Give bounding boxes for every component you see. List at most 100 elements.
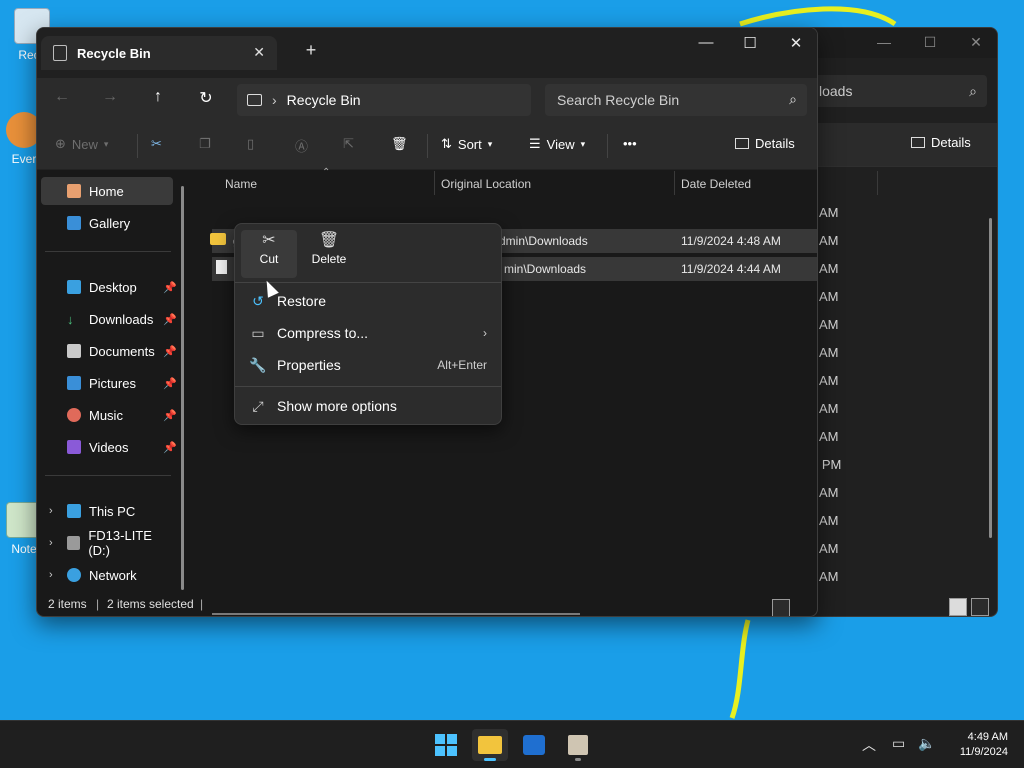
sidebar-item-network[interactable]: › Network <box>41 561 173 589</box>
delete-button[interactable]: 🗑 <box>391 136 408 152</box>
shortcut-label: Alt+Enter <box>437 358 487 372</box>
back-arrow-icon[interactable]: ← <box>47 88 77 114</box>
archive-icon: ▭ <box>251 324 265 341</box>
taskbar-outlook[interactable] <box>516 729 552 761</box>
cut-button[interactable]: ✂ <box>151 136 162 152</box>
taskbar: ︿ ▭ 🔈 4:49 AM 11/9/2024 <box>0 720 1024 768</box>
search-input[interactable]: Search Recycle Bin ⌕ <box>545 84 807 116</box>
sidebar-item-music[interactable]: Music 📌 <box>41 401 177 429</box>
details-button[interactable]: Details <box>735 136 795 151</box>
chevron-right-icon[interactable]: › <box>49 537 53 549</box>
volume-muted-icon[interactable]: 🔈 <box>918 735 935 752</box>
context-properties[interactable]: 🔧 Properties Alt+Enter <box>243 350 493 380</box>
outlook-icon <box>523 735 545 755</box>
back-time-cell: AM <box>819 541 839 556</box>
back-search-box[interactable]: loads ⌕ <box>811 75 987 107</box>
tiles-view-icon[interactable] <box>772 599 790 616</box>
new-button[interactable]: ⊕ New ▾ <box>55 136 108 152</box>
pin-icon[interactable]: 📌 <box>163 409 177 422</box>
taskbar-file-explorer[interactable] <box>472 729 508 761</box>
rename-button[interactable]: Ⓐ <box>295 136 308 155</box>
context-show-more-options[interactable]: ⤢ Show more options <box>243 391 493 421</box>
restore-icon: ↺ <box>252 292 264 309</box>
share-button[interactable]: ⇱ <box>343 136 354 152</box>
maximize-button[interactable]: ☐ <box>728 34 772 52</box>
back-details-button[interactable]: Details <box>911 135 971 150</box>
sort-button[interactable]: ⇅ Sort ▾ <box>441 136 492 152</box>
new-tab-button[interactable]: + <box>299 40 323 61</box>
details-view-icon[interactable] <box>949 598 967 616</box>
paste-button[interactable]: ▯ <box>247 136 254 152</box>
pin-icon[interactable]: 📌 <box>163 377 177 390</box>
minimize-button[interactable]: — <box>684 34 728 51</box>
view-label: View <box>546 136 575 152</box>
chevron-up-icon[interactable]: ︿ <box>862 735 876 755</box>
address-bar[interactable]: › Recycle Bin <box>237 84 531 116</box>
clock[interactable]: 4:49 AM 11/9/2024 <box>960 730 1008 760</box>
sidebar-item-label: Pictures <box>89 375 136 391</box>
back-address-text: loads <box>819 83 853 99</box>
chevron-down-icon: ▾ <box>487 138 493 149</box>
tab-recycle-bin[interactable]: Recycle Bin ✕ <box>41 36 277 70</box>
toolbar-divider <box>427 134 428 158</box>
column-separator[interactable] <box>674 171 675 195</box>
sort-caret-icon: ⌃ <box>322 167 331 178</box>
sidebar-item-videos[interactable]: Videos 📌 <box>41 433 177 461</box>
navigation-pane: Home Gallery Desktop 📌 ↓ Downloads 📌 Doc… <box>37 171 187 591</box>
tiles-view-icon[interactable] <box>971 598 989 616</box>
context-restore[interactable]: ↺ Restore <box>243 286 493 316</box>
sidebar-item-fd13-lite[interactable]: › FD13-LITE (D:) <box>41 528 173 558</box>
pin-icon[interactable]: 📌 <box>163 441 177 454</box>
back-time-cell: AM <box>819 373 839 388</box>
sidebar-item-gallery[interactable]: Gallery <box>41 209 173 237</box>
view-button[interactable]: ☰ View ▾ <box>529 136 585 152</box>
back-scrollbar[interactable] <box>989 218 992 538</box>
sidebar-item-this-pc[interactable]: › This PC <box>41 497 173 525</box>
pin-icon[interactable]: 📌 <box>163 345 177 358</box>
column-separator[interactable] <box>434 171 435 195</box>
sidebar-item-label: Music <box>89 407 123 423</box>
back-time-cell: AM <box>819 401 839 416</box>
details-pane-icon <box>735 138 749 149</box>
back-time-cell: AM <box>819 485 839 500</box>
start-button[interactable] <box>428 729 464 761</box>
close-button[interactable]: ✕ <box>774 34 817 52</box>
sidebar-item-documents[interactable]: Documents 📌 <box>41 337 177 365</box>
maximize-icon[interactable]: ☐ <box>915 34 945 51</box>
sidebar-item-downloads[interactable]: ↓ Downloads 📌 <box>41 305 177 333</box>
sidebar-item-pictures[interactable]: Pictures 📌 <box>41 369 177 397</box>
item-count: 2 items <box>48 597 87 611</box>
breadcrumb-recycle-bin[interactable]: Recycle Bin <box>287 92 361 108</box>
taskbar-package-app[interactable] <box>560 729 596 761</box>
refresh-icon[interactable]: ↻ <box>191 88 221 114</box>
new-label: New <box>71 136 98 152</box>
chevron-right-icon[interactable]: › <box>49 505 53 517</box>
pin-icon[interactable]: 📌 <box>163 281 177 294</box>
chevron-right-icon[interactable]: › <box>49 569 53 581</box>
videos-icon <box>67 440 81 454</box>
sidebar-divider <box>45 475 171 476</box>
forward-arrow-icon[interactable]: → <box>95 88 125 114</box>
column-header-name[interactable]: Name <box>225 177 257 191</box>
context-delete-button[interactable]: 🗑 Delete <box>301 230 357 278</box>
up-arrow-icon[interactable]: ↑ <box>143 88 173 114</box>
sidebar-item-desktop[interactable]: Desktop 📌 <box>41 273 177 301</box>
package-icon <box>568 735 588 755</box>
column-header-date-deleted[interactable]: Date Deleted <box>681 177 751 191</box>
pin-icon[interactable]: 📌 <box>163 313 177 326</box>
copy-button[interactable]: ❐ <box>199 136 211 152</box>
close-icon[interactable]: ✕ <box>961 34 991 51</box>
column-header-original-location[interactable]: Original Location <box>441 177 531 191</box>
details-label: Details <box>755 136 795 151</box>
network-icon[interactable]: ▭ <box>892 735 905 752</box>
scissors-icon: ✂ <box>151 136 162 151</box>
back-time-cell: AM <box>819 261 839 276</box>
more-options-button[interactable]: ••• <box>623 136 637 151</box>
tab-close-icon[interactable]: ✕ <box>253 44 265 61</box>
clock-date: 11/9/2024 <box>959 746 1008 758</box>
sidebar-item-home[interactable]: Home <box>41 177 173 205</box>
minimize-icon[interactable]: — <box>869 34 899 50</box>
context-compress[interactable]: ▭ Compress to... › <box>243 318 493 348</box>
sidebar-scrollbar[interactable] <box>181 186 184 590</box>
context-cut-button[interactable]: ✂ Cut <box>241 230 297 278</box>
